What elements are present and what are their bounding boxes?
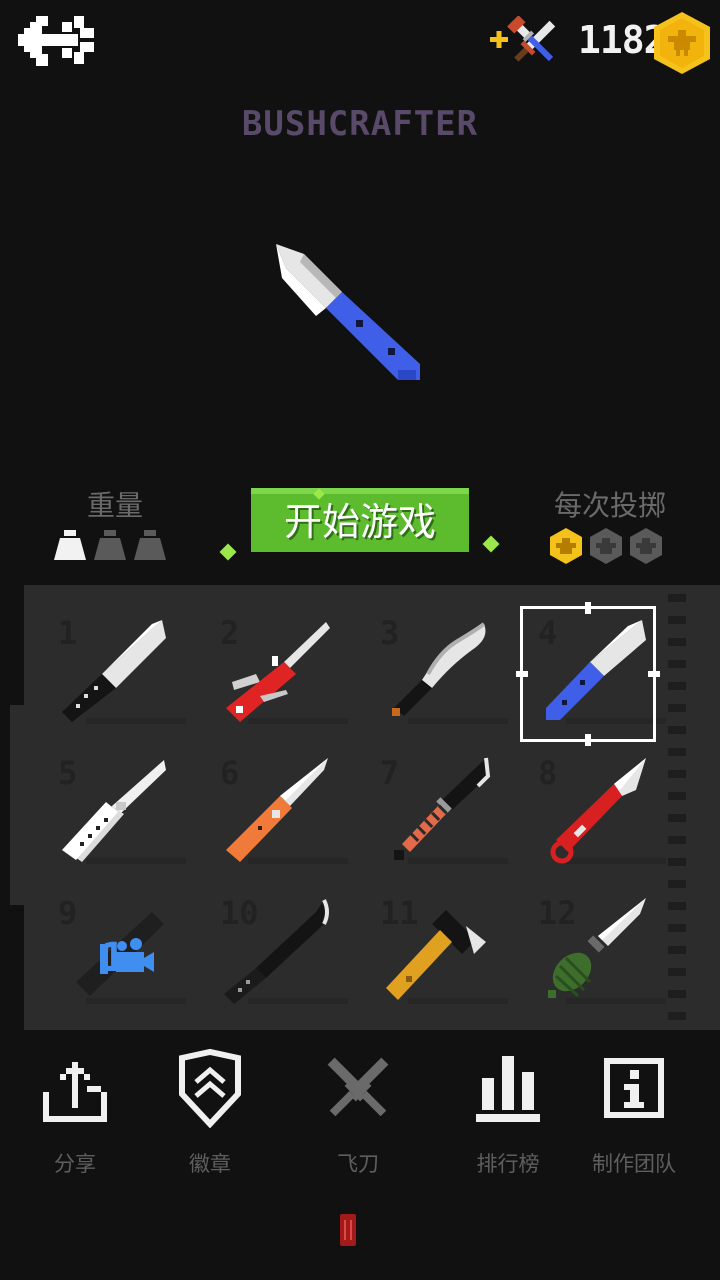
weight-icon [94,530,126,560]
hexagon-coin-icon [654,12,710,74]
knife-cell-8[interactable]: 8 [530,748,680,878]
nav-badges-label: 徽章 [189,1152,231,1176]
top-bar: 1182 [0,0,720,90]
nav-badges[interactable]: 徽章 [140,1048,280,1178]
combat-knife-icon [394,757,491,860]
leaderboard-icon [476,1056,540,1122]
nav-share[interactable]: 分享 [5,1048,145,1178]
weight-icon [54,530,86,560]
kunai-knife-icon [550,758,646,864]
knife-cell-11[interactable]: 11 [372,888,522,1018]
nav-share-label: 分享 [54,1152,96,1176]
nav-knives[interactable]: 飞刀 [288,1048,428,1178]
knife-cell-9[interactable]: 91 [50,888,200,1018]
knife-name-title: BUSHCRAFTER [241,104,479,144]
axe-icon [386,910,486,1000]
nav-knives-label: 飞刀 [337,1152,379,1176]
crossed-knives-icon [327,1057,389,1117]
nav-leaderboard-label: 排行榜 [476,1152,540,1176]
knife-shop-icon[interactable] [490,15,560,68]
knife-cell-2[interactable]: 2 [212,608,362,738]
per-throw-meter [550,526,666,564]
per-throw-coin-icon [550,528,582,564]
knife-cell-12[interactable]: 12 [530,888,680,1018]
per-throw-coin-icon [590,528,622,564]
folding-knife-icon [226,758,328,862]
weight-label: 重量 [86,489,143,522]
swiss-army-knife-icon [226,622,330,722]
frame-tick [516,671,528,677]
locked-knife-icon: 1 [76,912,164,996]
scroll-notch [668,594,686,602]
per-throw-coin-icon [630,528,662,564]
nav-credits-label: 制作团队 [592,1152,676,1176]
knife-cell-6[interactable]: 6 [212,748,362,878]
nav-credits[interactable]: 制作团队 [564,1048,704,1178]
weight-meter [54,528,174,562]
per-throw-label: 每次投掷 [553,489,666,522]
frame-tick [585,734,591,746]
sparkle-icon [219,543,237,561]
frame-tick [648,671,660,677]
selected-cell-frame [516,602,660,746]
ad-indicator-icon [340,1214,356,1246]
grenade-knife-icon [548,898,646,998]
back-arrow-icon[interactable] [18,12,98,70]
knife-cell-3[interactable]: 3 [372,608,522,738]
info-icon [604,1058,664,1118]
kukri-knife-icon [392,622,486,716]
coin-count: 1182 [578,18,667,62]
badge-icon [179,1048,241,1128]
knife-cell-1[interactable]: 1 [50,608,200,738]
weight-icon [134,530,166,560]
nav-leaderboard[interactable]: 排行榜 [438,1048,578,1178]
sparkle-icon [482,535,500,553]
start-game-button[interactable]: 开始游戏 [251,488,469,552]
knife-cell-7[interactable]: 7 [372,748,522,878]
chef-knife-icon [62,620,166,722]
frame-tick [585,602,591,614]
knife-cell-5[interactable]: 5 [50,748,200,878]
unlock-count: 1 [101,935,125,981]
machete-icon [224,899,329,1004]
scroll-notch [668,880,686,888]
butterfly-knife-icon [62,760,166,862]
bushcrafter-knife-icon [270,238,430,388]
knife-cell-10[interactable]: 10 [212,888,362,1018]
share-icon [43,1062,107,1122]
